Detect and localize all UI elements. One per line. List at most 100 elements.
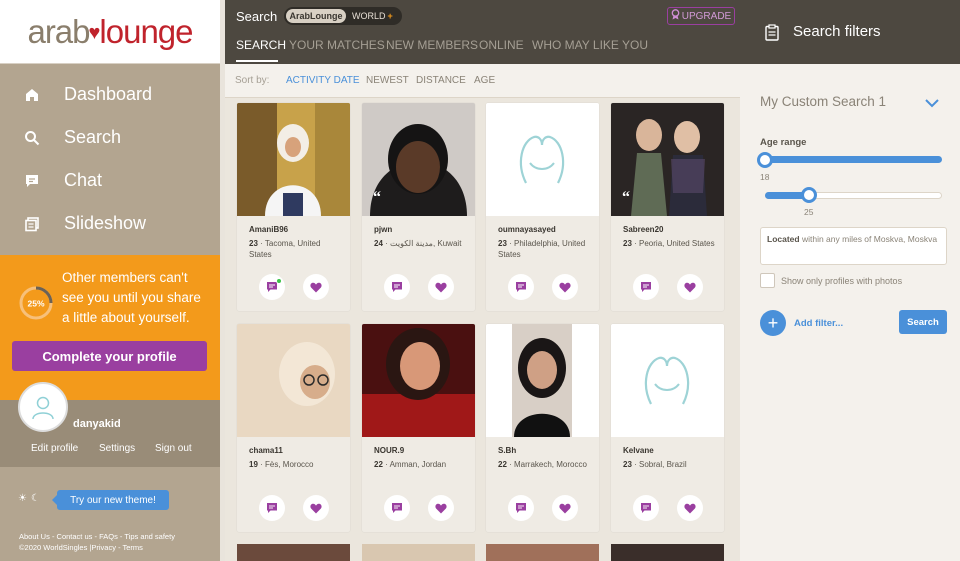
search-button[interactable]: Search [899, 310, 947, 334]
like-button[interactable] [552, 274, 578, 300]
add-filter-link[interactable]: Add filter... [794, 318, 843, 329]
message-button[interactable] [633, 495, 659, 521]
plus-icon[interactable]: + [760, 310, 786, 336]
username: danyakid [73, 418, 121, 430]
profile-card-partial[interactable] [486, 544, 599, 561]
tab-search[interactable]: SEARCH [236, 38, 286, 52]
message-button[interactable] [633, 274, 659, 300]
age-min-slider-track[interactable] [765, 156, 942, 163]
sort-newest[interactable]: NEWEST [366, 75, 409, 86]
profile-meta: 24 · مدينة الكويت, Kuwait [374, 239, 462, 248]
like-button[interactable] [552, 495, 578, 521]
nav-item-chat[interactable]: Chat [0, 159, 220, 202]
profile-card-partial[interactable] [237, 544, 350, 561]
footer-link-contact[interactable]: Contact us [57, 532, 93, 541]
like-button[interactable] [428, 495, 454, 521]
footer-link-about[interactable]: About Us [19, 532, 50, 541]
footer-link-privacy[interactable]: Privacy [91, 543, 116, 552]
upgrade-button[interactable]: UPGRADE [667, 7, 735, 25]
message-button[interactable] [384, 274, 410, 300]
toggle-arablounge[interactable]: ArabLounge [286, 9, 346, 23]
like-button[interactable] [428, 274, 454, 300]
active-tab-indicator [236, 60, 278, 62]
footer-link-faqs[interactable]: FAQs [99, 532, 118, 541]
quote-icon: “ [373, 189, 381, 206]
message-button[interactable] [384, 495, 410, 521]
sort-bar: Sort by: ACTIVITY DATE NEWEST DISTANCE A… [225, 64, 740, 98]
profile-card[interactable]: “ pjwn 24 · مدينة الكويت, Kuwait [362, 103, 475, 311]
profile-card[interactable]: “ Sabreen20 23 · Peoria, United States [611, 103, 724, 311]
complete-profile-button[interactable]: Complete your profile [12, 341, 207, 371]
footer-link-tips[interactable]: Tips and safety [124, 532, 175, 541]
theme-toggle[interactable]: ☀ ☾ [18, 493, 40, 504]
heart-icon [435, 282, 447, 292]
profile-meta: 22 · Amman, Jordan [374, 460, 447, 469]
age-max-slider-thumb[interactable] [801, 187, 817, 203]
avatar[interactable] [18, 382, 68, 432]
profile-card[interactable]: chama11 19 · Fès, Morocco [237, 324, 350, 532]
message-button[interactable] [508, 495, 534, 521]
like-button[interactable] [677, 495, 703, 521]
moon-icon[interactable]: ☾ [31, 493, 40, 504]
like-button[interactable] [303, 495, 329, 521]
profile-name: pjwn [374, 225, 393, 234]
search-icon [22, 128, 42, 148]
nav-item-dashboard[interactable]: Dashboard [0, 73, 220, 116]
like-button[interactable] [303, 274, 329, 300]
profile-name: AmaniB96 [249, 225, 289, 234]
sun-icon[interactable]: ☀ [18, 493, 27, 504]
message-button[interactable] [259, 274, 285, 300]
brand-logo[interactable]: arab ♥ lounge [0, 0, 220, 64]
quote-icon: “ [622, 189, 630, 206]
community-toggle[interactable]: ArabLounge WORLD + [284, 7, 402, 25]
sort-distance[interactable]: DISTANCE [416, 75, 466, 86]
chevron-down-icon[interactable] [925, 99, 939, 108]
heart-icon [559, 503, 571, 513]
sort-age[interactable]: AGE [474, 75, 495, 86]
custom-search-name[interactable]: My Custom Search 1 [760, 94, 886, 109]
settings-link[interactable]: Settings [99, 443, 135, 454]
sign-out-link[interactable]: Sign out [155, 443, 192, 454]
heart-icon [684, 282, 696, 292]
profile-photo[interactable] [486, 103, 599, 216]
like-button[interactable] [677, 274, 703, 300]
sort-activity-date[interactable]: ACTIVITY DATE [286, 75, 360, 86]
profile-prompt-message: Other members can't see you until you sh… [62, 270, 201, 325]
heart-icon [559, 282, 571, 292]
edit-profile-link[interactable]: Edit profile [31, 443, 78, 454]
location-filter[interactable]: Located within any miles of Moskva, Mosk… [760, 227, 947, 265]
tab-new-members[interactable]: NEW MEMBERS [386, 38, 478, 52]
profile-meta: 23 · Philadelphia, United States [498, 239, 586, 259]
tab-who-may-like-you[interactable]: WHO MAY LIKE YOU [532, 38, 648, 52]
profile-card[interactable]: S.Bh 22 · Marrakech, Morocco [486, 324, 599, 532]
tab-online[interactable]: ONLINE [479, 38, 524, 52]
profile-name: Sabreen20 [623, 225, 664, 234]
copyright: ©2020 WorldSingles [19, 543, 88, 552]
message-icon [516, 503, 526, 513]
footer-link-terms[interactable]: Terms [123, 543, 143, 552]
try-new-theme-button[interactable]: Try our new theme! [52, 490, 169, 510]
profile-photo[interactable] [486, 324, 599, 437]
profile-name: S.Bh [498, 446, 517, 455]
profile-card[interactable]: AmaniB96 23 · Tacoma, United States [237, 103, 350, 311]
profile-card-partial[interactable] [611, 544, 724, 561]
profile-card[interactable]: Kelvane 23 · Sobral, Brazil [611, 324, 724, 532]
age-min-value: 18 [760, 172, 770, 182]
filters-title: Search filters [793, 23, 881, 40]
message-button[interactable] [508, 274, 534, 300]
profile-photo[interactable] [237, 324, 350, 437]
tab-your-matches[interactable]: YOUR MATCHES [289, 38, 385, 52]
age-min-slider-thumb[interactable] [757, 152, 773, 168]
profile-photo[interactable] [362, 324, 475, 437]
nav-item-slideshow[interactable]: Slideshow [0, 202, 220, 245]
photos-only-label[interactable]: Show only profiles with photos [781, 276, 902, 286]
profile-card[interactable]: oumnayasayed 23 · Philadelphia, United St… [486, 103, 599, 311]
nav-item-search[interactable]: Search [0, 116, 220, 159]
profile-card[interactable]: NOUR.9 22 · Amman, Jordan [362, 324, 475, 532]
toggle-world[interactable]: WORLD + [352, 9, 393, 23]
profile-card-partial[interactable] [362, 544, 475, 561]
profile-photo[interactable] [611, 324, 724, 437]
profile-photo[interactable] [237, 103, 350, 216]
message-button[interactable] [259, 495, 285, 521]
photos-only-checkbox[interactable] [760, 273, 775, 288]
